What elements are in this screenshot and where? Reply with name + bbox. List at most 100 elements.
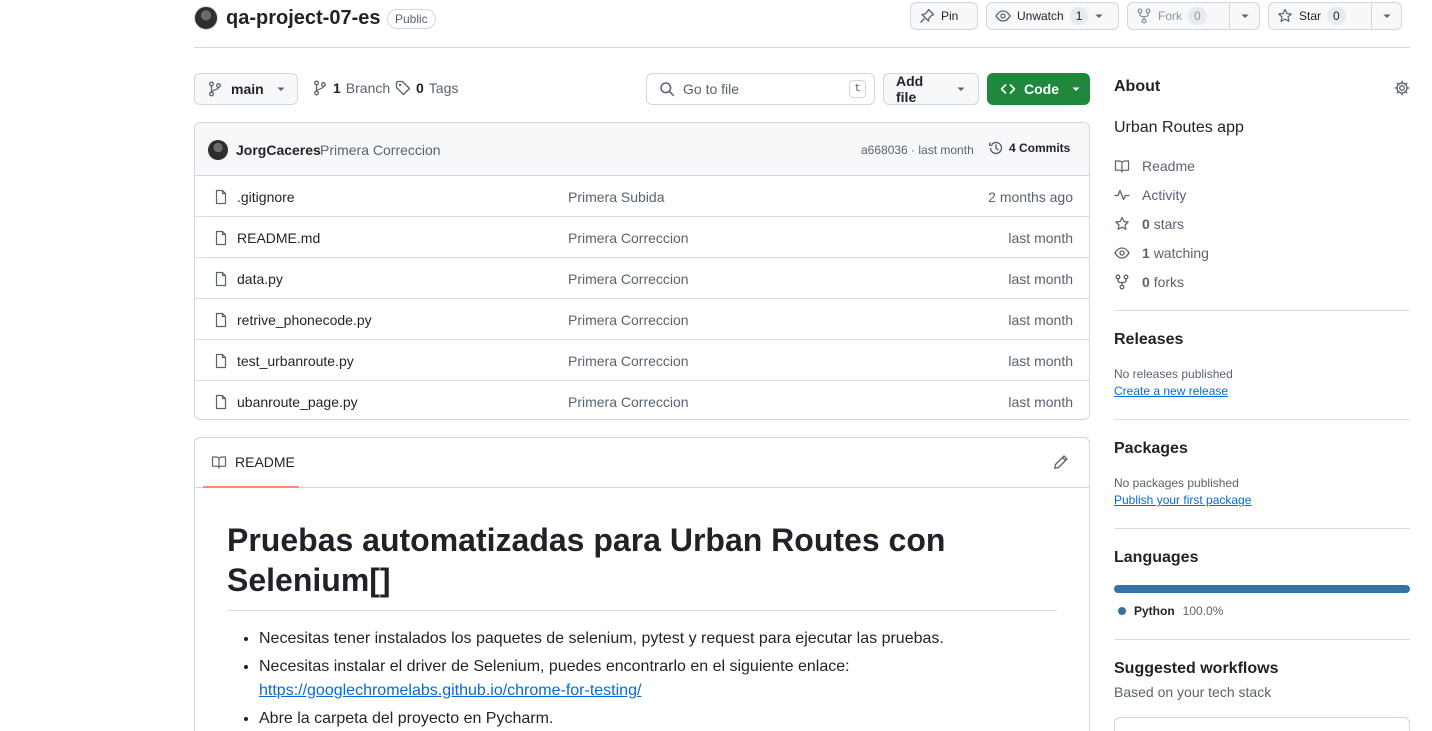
fork-button[interactable]: Fork 0: [1127, 2, 1260, 30]
file-row[interactable]: ubanroute_page.py Primera Correccion las…: [195, 381, 1089, 419]
create-release-link[interactable]: Create a new release: [1114, 384, 1410, 398]
forks-count: 0: [1142, 273, 1150, 290]
star-dropdown[interactable]: [1371, 3, 1401, 29]
pin-button[interactable]: Pin: [910, 2, 978, 30]
publish-package-link[interactable]: Publish your first package: [1114, 493, 1410, 507]
fork-counter: 0: [1188, 7, 1207, 25]
readme-tab[interactable]: README: [203, 438, 299, 488]
file-date: last month: [1008, 230, 1073, 246]
languages-title: Languages: [1114, 549, 1199, 566]
file-row[interactable]: test_urbanroute.py Primera Correccion la…: [195, 340, 1089, 381]
language-bar: [1114, 585, 1410, 593]
releases-section: Releases No releases published Create a …: [1114, 310, 1410, 398]
file-icon: [213, 353, 229, 369]
file-icon: [213, 394, 229, 410]
file-row[interactable]: retrive_phonecode.py Primera Correccion …: [195, 299, 1089, 340]
commits-link[interactable]: 4 Commits: [988, 140, 1070, 156]
readme-link[interactable]: Readme: [1114, 151, 1410, 180]
workflow-card[interactable]: [1114, 717, 1410, 731]
file-commit-message[interactable]: Primera Correccion: [568, 312, 689, 328]
file-date: last month: [1008, 312, 1073, 328]
file-row[interactable]: .gitignore Primera Subida 2 months ago: [195, 176, 1089, 217]
file-name[interactable]: data.py: [237, 271, 283, 287]
file-icon: [213, 271, 229, 287]
file-commit-message[interactable]: Primera Correccion: [568, 230, 689, 246]
file-name[interactable]: test_urbanroute.py: [237, 353, 354, 369]
book-icon: [1114, 158, 1130, 174]
tag-label: Tags: [428, 80, 459, 96]
file-name[interactable]: .gitignore: [237, 189, 295, 205]
file-date: last month: [1008, 394, 1073, 410]
go-to-file-search[interactable]: t: [646, 73, 875, 105]
commit-message[interactable]: Primera Correccion: [320, 142, 441, 158]
go-to-file-input[interactable]: [683, 81, 833, 97]
file-commit-message[interactable]: Primera Correccion: [568, 394, 689, 410]
header-divider: [194, 47, 1410, 48]
file-date: 2 months ago: [988, 189, 1073, 205]
language-dot: [1118, 607, 1126, 615]
language-percent: 100.0%: [1182, 604, 1224, 618]
tags-link[interactable]: 0 Tags: [395, 80, 458, 96]
watching-link[interactable]: 1 watching: [1114, 238, 1410, 267]
file-commit-message[interactable]: Primera Subida: [568, 189, 665, 205]
watching-label: watching: [1153, 244, 1209, 261]
commit-author-avatar[interactable]: [208, 140, 228, 160]
repo-name[interactable]: qa-project-07-es: [226, 5, 381, 31]
star-button[interactable]: Star 0: [1268, 2, 1402, 30]
watch-dropdown[interactable]: [1094, 3, 1112, 29]
book-icon: [211, 454, 227, 470]
edit-readme-button[interactable]: [1053, 454, 1069, 470]
commit-author[interactable]: JorgCaceres: [236, 142, 321, 158]
chrome-testing-link[interactable]: https://googlechromelabs.github.io/chrom…: [259, 682, 641, 699]
file-row[interactable]: data.py Primera Correccion last month: [195, 258, 1089, 299]
forks-link[interactable]: 0 forks: [1114, 267, 1410, 296]
visibility-badge: Public: [387, 9, 436, 29]
watch-counter: 1: [1069, 7, 1089, 25]
file-icon: [213, 189, 229, 205]
about-description: Urban Routes app: [1114, 119, 1244, 136]
languages-section: Languages Python 100.0%: [1114, 528, 1410, 618]
gear-icon[interactable]: [1394, 80, 1410, 96]
star-label: Star: [1299, 9, 1322, 23]
caret-down-icon: [276, 84, 286, 94]
language-legend-item[interactable]: Python 100.0%: [1114, 604, 1410, 618]
history-icon: [988, 140, 1004, 156]
commits-count: 4 Commits: [1009, 141, 1071, 155]
eye-icon: [1114, 245, 1130, 261]
add-file-button[interactable]: Add file: [883, 73, 979, 105]
owner-avatar[interactable]: [194, 6, 218, 30]
readme-bullet-text: Necesitas instalar el driver de Selenium…: [259, 658, 850, 675]
releases-title[interactable]: Releases: [1114, 331, 1410, 349]
pin-icon: [919, 8, 935, 24]
file-row[interactable]: README.md Primera Correccion last month: [195, 217, 1089, 258]
readme-bullet: Necesitas instalar el driver de Selenium…: [259, 655, 1057, 703]
unwatch-button[interactable]: Unwatch 1: [986, 2, 1119, 30]
branch-selector[interactable]: main: [194, 73, 298, 105]
caret-down-icon: [1382, 11, 1392, 21]
file-commit-message[interactable]: Primera Correccion: [568, 353, 689, 369]
packages-section: Packages No packages published Publish y…: [1114, 419, 1410, 507]
code-button[interactable]: Code: [987, 73, 1090, 105]
commit-sha-time[interactable]: a668036 · last month: [861, 143, 974, 157]
file-name[interactable]: README.md: [237, 230, 320, 246]
activity-link[interactable]: Activity: [1114, 180, 1410, 209]
code-label: Code: [1024, 81, 1059, 97]
file-commit-message[interactable]: Primera Correccion: [568, 271, 689, 287]
about-sidebar: About Urban Routes app Readme Activity 0…: [1114, 78, 1410, 296]
packages-empty: No packages published: [1114, 476, 1239, 490]
fork-label: Fork: [1158, 9, 1182, 23]
file-name[interactable]: ubanroute_page.py: [237, 394, 358, 410]
stars-link[interactable]: 0 stars: [1114, 209, 1410, 238]
file-date: last month: [1008, 271, 1073, 287]
readme-bullet: Abre la carpeta del proyecto en Pycharm.: [259, 707, 1057, 731]
pin-label: Pin: [941, 9, 959, 23]
packages-title[interactable]: Packages: [1114, 440, 1410, 458]
readme-tabbar: README: [195, 438, 1089, 488]
fork-dropdown[interactable]: [1229, 3, 1259, 29]
file-name[interactable]: retrive_phonecode.py: [237, 312, 372, 328]
branches-link[interactable]: 1 Branch: [312, 80, 390, 96]
stars-count: 0: [1142, 215, 1150, 232]
workflows-title: Suggested workflows: [1114, 660, 1279, 677]
shortcut-hint: t: [849, 80, 866, 98]
pencil-icon: [1053, 454, 1069, 470]
